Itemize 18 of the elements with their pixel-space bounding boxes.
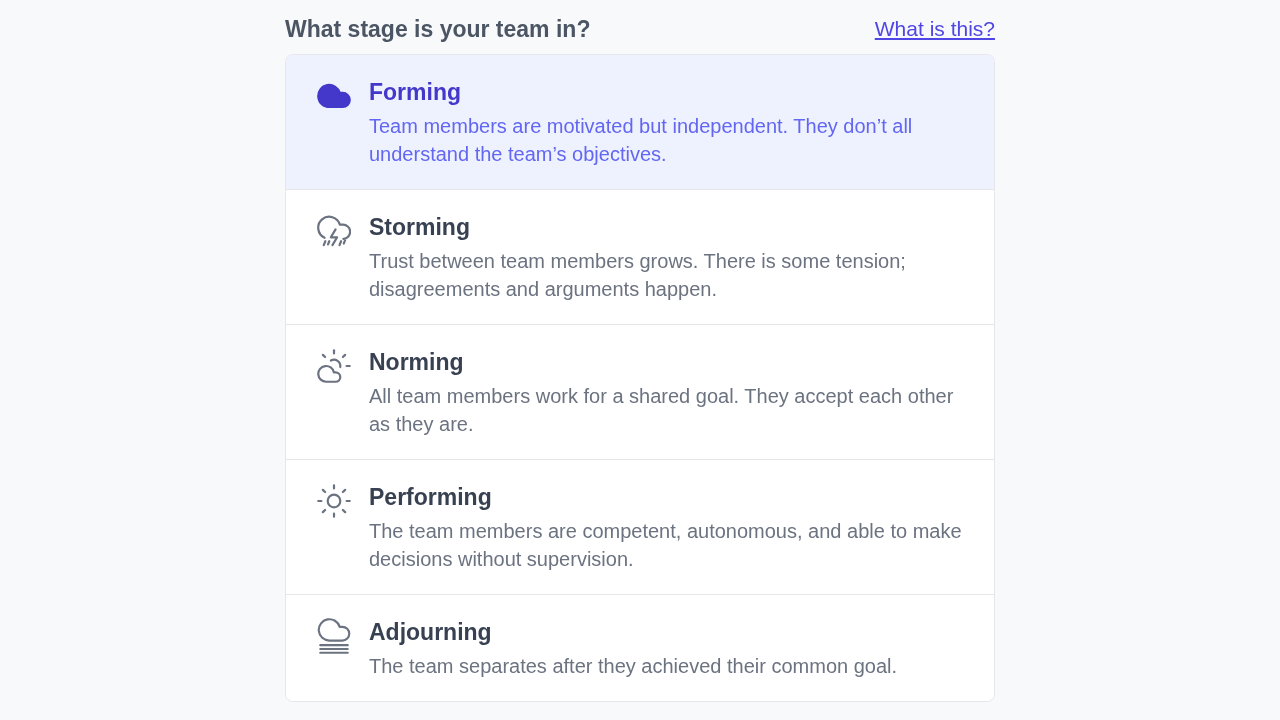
stage-title: Adjourning: [369, 618, 493, 646]
stage-description: The team separates after they achieved their common goal.: [369, 654, 899, 679]
stage-description: Team members are motivated but independent. They don’t all understand the team’s objectives.: [369, 114, 914, 167]
stage-title: Forming: [369, 78, 462, 106]
stage-description: Trust between team members grows. There is some tension; disagreements and arguments happen.: [369, 249, 907, 302]
stage-title: Performing: [369, 483, 493, 511]
cloud-fog-icon: [317, 618, 351, 654]
stage-title: Norming: [369, 348, 465, 376]
stage-title: Storming: [369, 213, 471, 241]
stage-description: The team members are competent, autonomous, and able to make decisions without supervision.: [369, 519, 963, 572]
help-link[interactable]: What is this?: [874, 15, 995, 43]
question-heading: What stage is your team in?: [285, 15, 591, 43]
stage-description: All team members work for a shared goal. They accept each other as they are.: [369, 384, 955, 437]
cloud-lightning-rain-icon: [317, 213, 351, 249]
sun-icon: [317, 483, 351, 519]
stage-option[interactable]: Adjourning The team separates after they achieved their common goal.: [286, 594, 994, 701]
cloud-sun-icon: [317, 348, 351, 384]
stage-option[interactable]: Forming Team members are motivated but independent. They don’t all understand the team’s objectives.: [286, 55, 994, 189]
